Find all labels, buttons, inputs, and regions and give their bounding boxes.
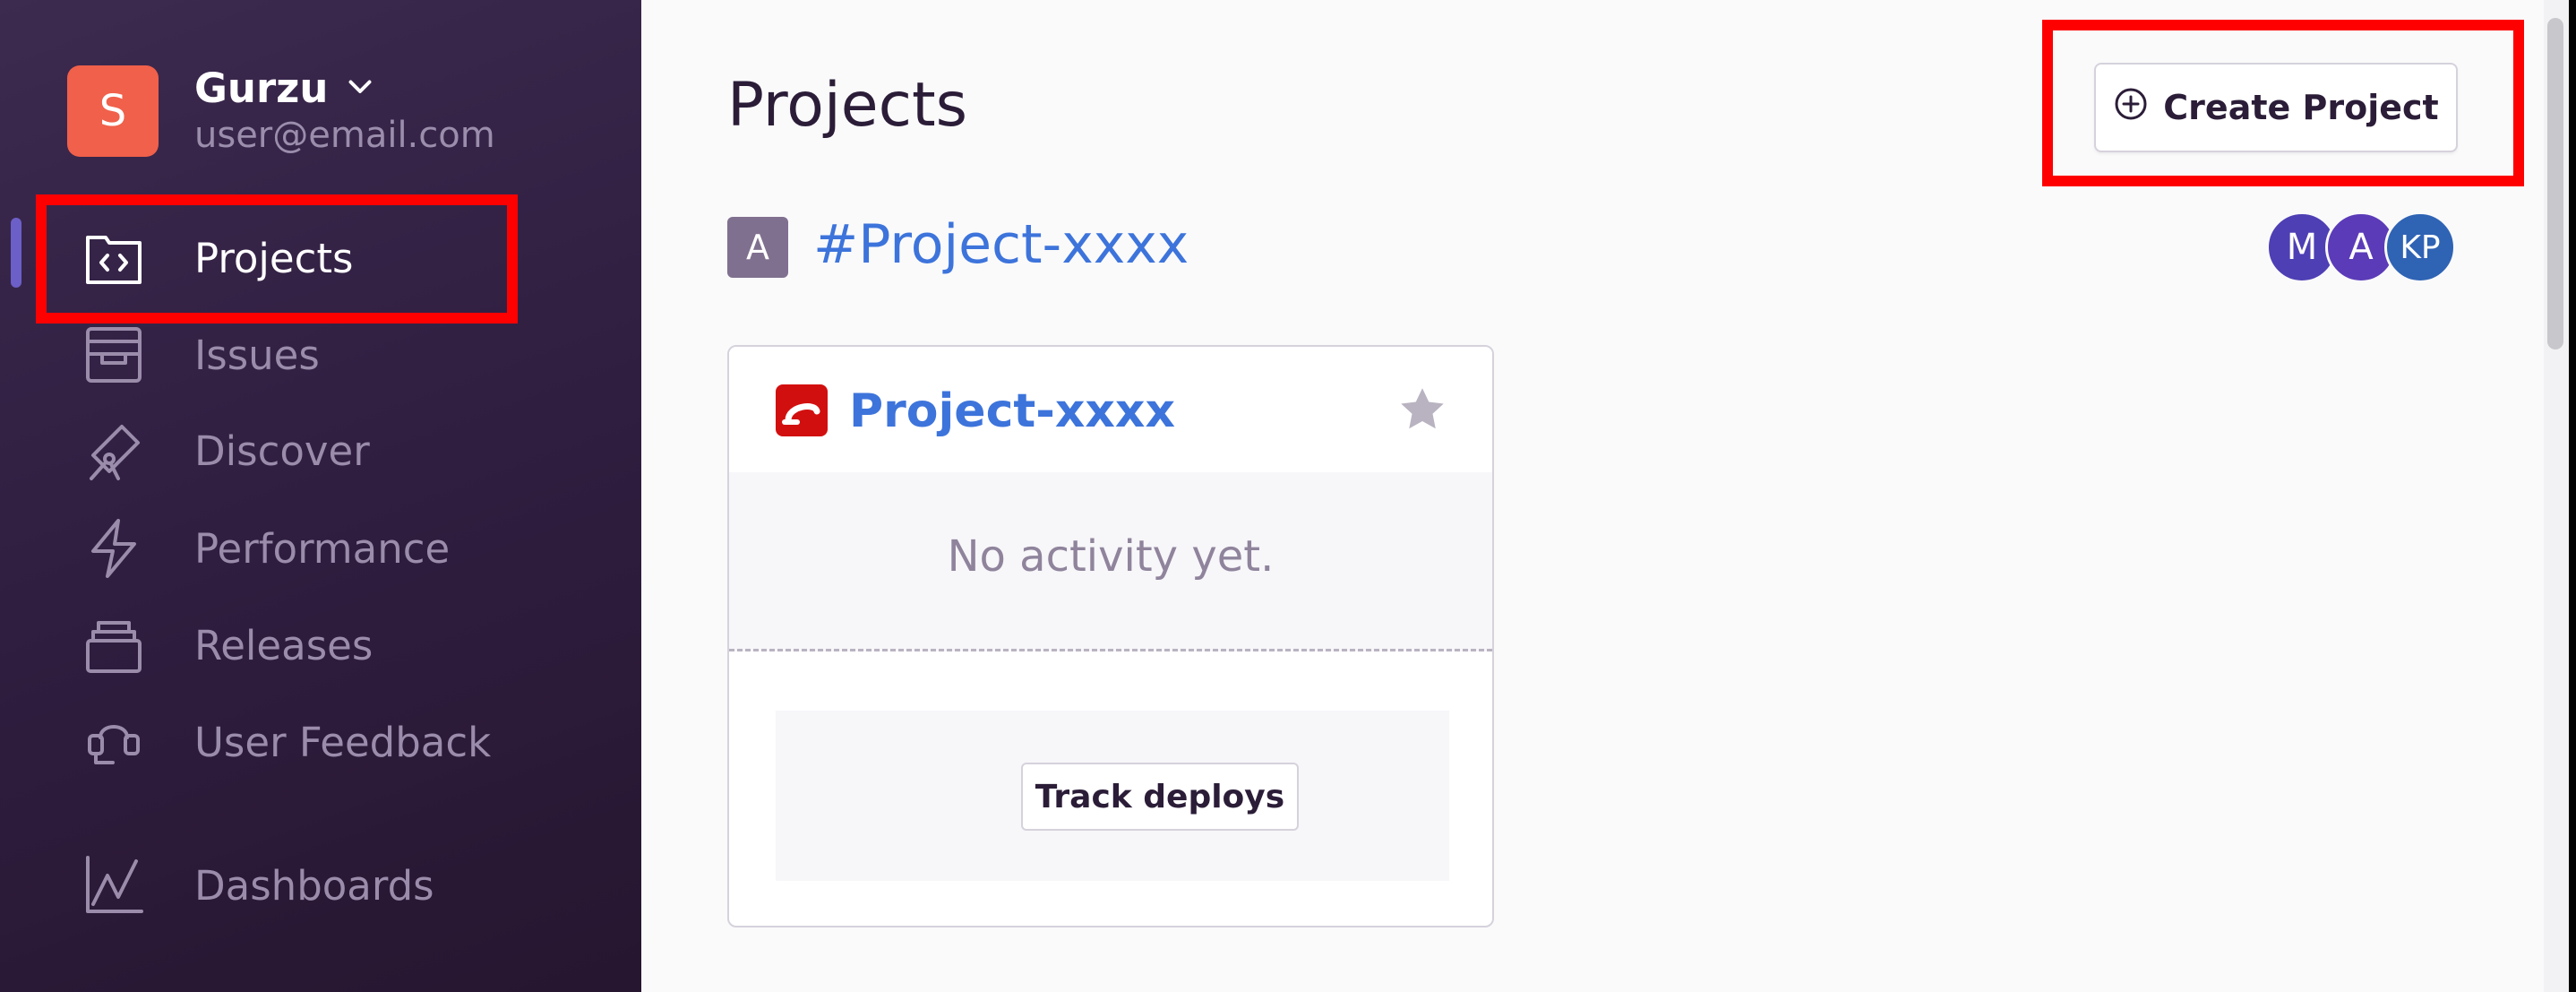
user-feedback-icon	[82, 711, 145, 773]
track-deploys-button[interactable]: Track deploys	[1021, 763, 1299, 831]
no-activity-text: No activity yet.	[947, 531, 1275, 582]
sidebar: S Gurzu user@email.com Projects Issues D…	[0, 0, 641, 992]
projects-icon	[82, 227, 145, 289]
user-email: user@email.com	[194, 115, 495, 156]
sidebar-item-label: Performance	[194, 524, 451, 573]
releases-icon	[82, 614, 145, 677]
org-name: Gurzu	[194, 65, 329, 112]
sidebar-item-performance[interactable]: Performance	[0, 504, 641, 593]
team-badge: A	[727, 217, 788, 278]
sidebar-item-label: Projects	[194, 234, 354, 282]
sidebar-item-label: Issues	[194, 331, 320, 379]
project-card-header: Project-xxxx	[729, 347, 1492, 472]
create-project-label: Create Project	[2163, 88, 2439, 127]
sidebar-item-label: User Feedback	[194, 718, 492, 766]
chevron-down-icon	[344, 65, 376, 112]
org-switcher[interactable]: Gurzu	[194, 65, 376, 112]
scrollbar-thumb[interactable]	[2547, 18, 2563, 349]
sidebar-item-issues[interactable]: Issues	[0, 310, 641, 400]
sidebar-item-discover[interactable]: Discover	[0, 406, 641, 496]
star-icon[interactable]	[1395, 383, 1449, 436]
issues-icon	[82, 323, 145, 386]
window-edge	[2569, 0, 2576, 992]
sidebar-item-label: Dashboards	[194, 861, 434, 910]
sidebar-item-user-feedback[interactable]: User Feedback	[0, 697, 641, 787]
performance-icon	[82, 517, 145, 580]
create-project-button[interactable]: Create Project	[2094, 63, 2458, 152]
project-name-link[interactable]: Project-xxxx	[849, 384, 1175, 438]
team-members: M A KP	[2266, 211, 2458, 285]
project-card: Project-xxxx No activity yet. Track depl…	[727, 345, 1494, 927]
app-window: S Gurzu user@email.com Projects Issues D…	[0, 0, 2576, 992]
sidebar-item-label: Releases	[194, 621, 374, 669]
sidebar-item-projects[interactable]: Projects	[0, 213, 641, 303]
deploys-section: Track deploys	[776, 711, 1449, 881]
team-name-link[interactable]: #Project-xxxx	[813, 213, 1189, 276]
sidebar-item-dashboards[interactable]: Dashboards	[0, 841, 641, 930]
avatar[interactable]: KP	[2384, 211, 2456, 283]
plus-circle-icon	[2113, 86, 2149, 130]
page-title: Projects	[727, 70, 968, 141]
discover-icon	[82, 419, 145, 482]
platform-icon	[776, 384, 828, 436]
sidebar-item-label: Discover	[194, 427, 370, 475]
activity-chart-area: No activity yet.	[729, 472, 1492, 651]
dashboards-icon	[82, 854, 145, 917]
org-avatar[interactable]: S	[67, 65, 159, 157]
sidebar-item-releases[interactable]: Releases	[0, 600, 641, 690]
